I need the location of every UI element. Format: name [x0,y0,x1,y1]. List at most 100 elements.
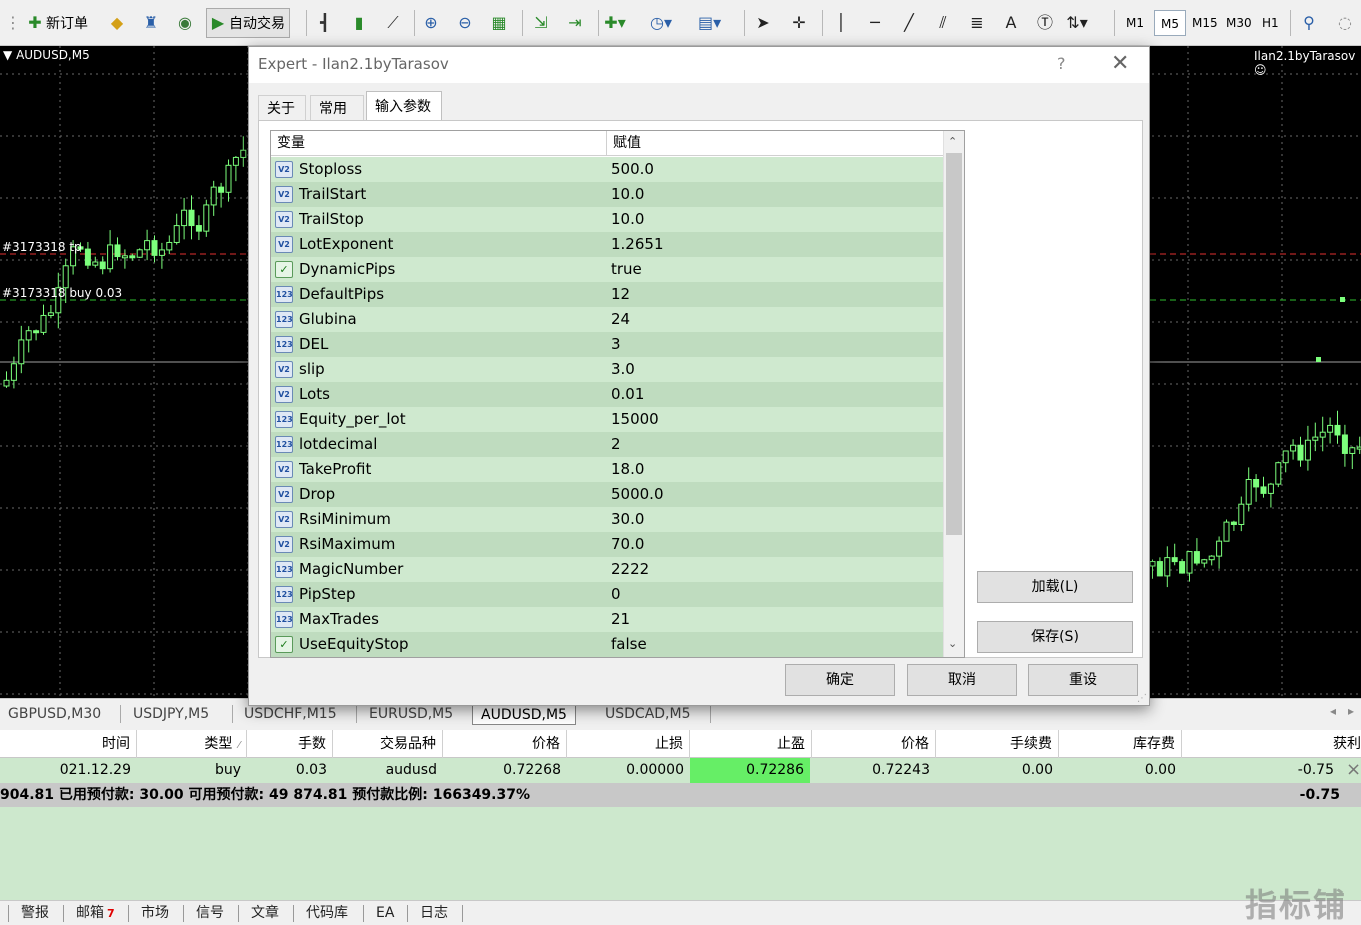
timeframe-h1[interactable]: H1 [1256,10,1285,36]
param-value[interactable]: 3 [611,332,621,357]
param-row[interactable]: V2 Drop 5000.0 [271,482,943,507]
param-value[interactable]: 24 [611,307,630,332]
header-tp[interactable]: 止盈 [690,730,812,758]
param-value[interactable]: 5000.0 [611,482,664,507]
param-value[interactable]: true [611,257,642,282]
header-type[interactable]: 类型 ⁄ [137,730,247,758]
auto-trade-button[interactable]: ▶ 自动交易 [206,8,290,38]
param-value[interactable]: 15000 [611,407,659,432]
timeframe-m15[interactable]: M15 [1186,10,1224,36]
scroll-up-icon[interactable]: ⌃ [948,135,957,148]
load-button[interactable]: 加载(L) [977,571,1133,603]
param-row[interactable]: 123 DefaultPips 12 [271,282,943,307]
param-row[interactable]: V2 RsiMinimum 30.0 [271,507,943,532]
param-row[interactable]: V2 Stoploss 500.0 [271,157,943,182]
param-row[interactable]: 123 PipStep 0 [271,582,943,607]
tabs-scroll-right-icon[interactable]: ▸ [1348,704,1354,718]
fibo-button[interactable]: ≣ [966,8,988,38]
header-variable[interactable]: 变量 [271,131,606,156]
param-row[interactable]: V2 RsiMaximum 70.0 [271,532,943,557]
param-row[interactable]: V2 LotExponent 1.2651 [271,232,943,257]
param-row[interactable]: V2 slip 3.0 [271,357,943,382]
navigator-button[interactable]: ♜ [140,8,162,38]
param-row[interactable]: 123 Equity_per_lot 15000 [271,407,943,432]
chart-tab-usdchf[interactable]: USDCHF,M15 [236,703,345,725]
header-profit[interactable]: 获利 [1182,730,1361,758]
param-row[interactable]: 123 DEL 3 [271,332,943,357]
chart-shift-button[interactable]: ⇥ [564,8,586,38]
horizontal-line-button[interactable]: ─ [864,8,886,38]
param-value[interactable]: false [611,632,647,657]
tab-inputs[interactable]: 输入参数 [366,91,442,121]
param-value[interactable]: 2222 [611,557,649,582]
periods-button[interactable]: ◷▾ [650,8,672,38]
param-row[interactable]: V2 TrailStart 10.0 [271,182,943,207]
scroll-thumb[interactable] [946,153,962,535]
indicators-button[interactable]: ✚▾ [604,8,626,38]
header-lots[interactable]: 手数 [247,730,333,758]
chart-tab-usdjpy[interactable]: USDJPY,M5 [125,703,217,725]
tile-windows-button[interactable]: ▦ [488,8,510,38]
param-row[interactable]: 123 MagicNumber 2222 [271,557,943,582]
timeframe-m5[interactable]: M5 [1154,10,1186,36]
header-symbol[interactable]: 交易品种 [333,730,443,758]
save-button[interactable]: 保存(S) [977,621,1133,653]
param-value[interactable]: 1.2651 [611,232,664,257]
search-button[interactable]: ⚲ [1298,8,1320,38]
param-value[interactable]: 10.0 [611,182,644,207]
param-value[interactable]: 70.0 [611,532,644,557]
cancel-button[interactable]: 取消 [907,664,1017,696]
help-icon[interactable]: ? [1057,54,1066,73]
meta-editor-button[interactable]: ◆ [106,8,128,38]
scroll-down-icon[interactable]: ⌄ [948,637,957,650]
table-row[interactable]: 021.12.29 13:53:08 buy 0.03 audusd 0.722… [0,758,1361,803]
params-scrollbar[interactable]: ⌃ ⌄ [943,131,964,657]
tab-articles[interactable]: 文章 [251,903,279,924]
vertical-line-button[interactable]: │ [830,8,852,38]
bar-chart-button[interactable]: ┫ [314,8,336,38]
tab-market[interactable]: 市场 [141,903,169,924]
line-chart-button[interactable]: ⟋ [382,8,404,38]
trendline-button[interactable]: ╱ [898,8,920,38]
chart-tab-eurusd[interactable]: EURUSD,M5 [361,703,461,725]
crosshair-button[interactable]: ✛ [788,8,810,38]
header-commission[interactable]: 手续费 [936,730,1059,758]
param-row[interactable]: V2 Lots 0.01 [271,382,943,407]
resize-grip-icon[interactable]: ⋰ [1137,693,1147,704]
tab-ea[interactable]: EA [376,903,394,924]
param-value[interactable]: 21 [611,607,630,632]
new-order-button[interactable]: ✚ 新订单 [24,8,88,38]
param-value[interactable]: 2 [611,432,621,457]
zoom-out-button[interactable]: ⊖ [454,8,476,38]
market-button[interactable]: ◉ [174,8,196,38]
param-row[interactable]: ✓ UseEquityStop false [271,632,943,657]
param-value[interactable]: 30.0 [611,507,644,532]
close-position-icon[interactable]: × [1346,759,1361,780]
timeframe-m30[interactable]: M30 [1220,10,1258,36]
header-swap[interactable]: 库存费 [1059,730,1182,758]
tabs-scroll-left-icon[interactable]: ◂ [1330,704,1336,718]
chart-tab-usdcad[interactable]: USDCAD,M5 [597,703,698,725]
close-icon[interactable]: ✕ [1111,51,1129,76]
label-button[interactable]: Ⓣ [1034,8,1056,38]
param-row[interactable]: V2 TrailStop 10.0 [271,207,943,232]
param-row[interactable]: V2 TakeProfit 18.0 [271,457,943,482]
tab-journal[interactable]: 日志 [420,903,448,924]
param-value[interactable]: 12 [611,282,630,307]
tab-signals[interactable]: 信号 [196,903,224,924]
dialog-titlebar[interactable]: Expert - Ilan2.1byTarasov ? ✕ [249,47,1149,83]
header-sl[interactable]: 止损 [567,730,690,758]
templates-button[interactable]: ▤▾ [698,8,721,38]
param-value[interactable]: 0.01 [611,382,644,407]
param-value[interactable]: 500.0 [611,157,654,182]
chart-tab-audusd[interactable]: AUDUSD,M5 [472,703,576,725]
header-price[interactable]: 价格 [443,730,567,758]
param-value[interactable]: 10.0 [611,207,644,232]
param-value[interactable]: 3.0 [611,357,635,382]
param-row[interactable]: ✓ DynamicPips true [271,257,943,282]
candle-chart-button[interactable]: ▮ [348,8,370,38]
tab-mailbox[interactable]: 邮箱 7 [76,903,115,924]
chat-button[interactable]: ◌ [1334,8,1356,38]
param-row[interactable]: 123 Glubina 24 [271,307,943,332]
arrows-button[interactable]: ⇅▾ [1066,8,1088,38]
